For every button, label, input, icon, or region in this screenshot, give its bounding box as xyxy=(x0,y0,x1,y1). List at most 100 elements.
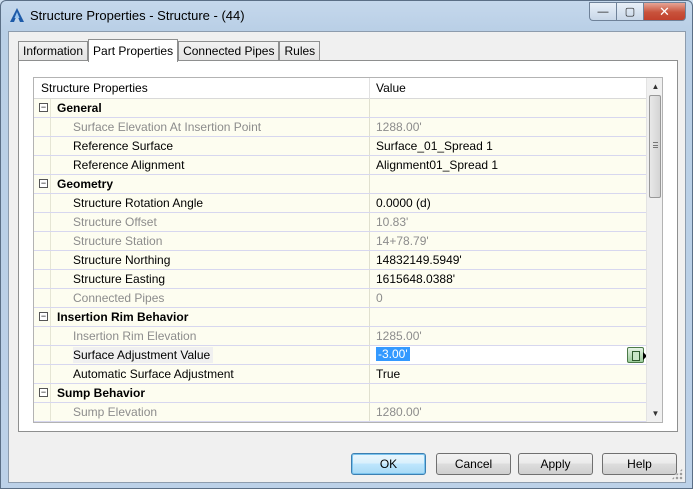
property-value: 14+78.79' xyxy=(369,232,646,250)
minimize-icon: — xyxy=(597,5,609,18)
window-title: Structure Properties - Structure - (44) xyxy=(30,8,245,23)
column-divider[interactable] xyxy=(369,78,370,99)
pick-from-drawing-icon[interactable] xyxy=(627,347,644,363)
category-row-geometry[interactable]: − Geometry xyxy=(34,175,646,194)
category-label: Sump Behavior xyxy=(50,384,369,402)
property-label: Structure Rotation Angle xyxy=(50,194,369,212)
category-value-cell xyxy=(369,175,646,193)
minimize-button[interactable]: — xyxy=(589,2,616,21)
close-button[interactable]: ✕ xyxy=(643,2,686,21)
tab-strip: Information Part Properties Connected Pi… xyxy=(18,39,321,62)
row-gutter: − xyxy=(34,308,50,326)
scrollbar-thumb[interactable] xyxy=(649,95,661,198)
dialog-client-area: Information Part Properties Connected Pi… xyxy=(8,31,686,483)
row-gutter xyxy=(34,270,50,288)
property-row[interactable]: Structure Station 14+78.79' xyxy=(34,232,646,251)
part-properties-panel: Structure Properties Value − General Sur… xyxy=(18,60,678,432)
row-gutter xyxy=(34,365,50,383)
property-value[interactable]: Surface_01_Spread 1 xyxy=(369,137,646,155)
category-row-general[interactable]: − General xyxy=(34,99,646,118)
collapse-icon[interactable]: − xyxy=(39,103,48,112)
row-gutter xyxy=(34,156,50,174)
property-label: Sump Elevation xyxy=(50,403,369,421)
property-value[interactable]: 1615648.0388' xyxy=(369,270,646,288)
property-value: 0 xyxy=(369,289,646,307)
tab-information[interactable]: Information xyxy=(18,41,89,61)
grid-rows: − General Surface Elevation At Insertion… xyxy=(34,99,647,422)
autocad-app-icon xyxy=(10,8,24,22)
grip-icon xyxy=(653,142,658,148)
tab-rules[interactable]: Rules xyxy=(279,41,321,61)
property-label: Structure Station xyxy=(50,232,369,250)
property-row[interactable]: Automatic Surface Adjustment True xyxy=(34,365,646,384)
property-value[interactable]: True xyxy=(369,365,646,383)
column-header-value[interactable]: Value xyxy=(376,81,406,95)
property-grid: Structure Properties Value − General Sur… xyxy=(33,77,663,423)
property-label: Structure Easting xyxy=(50,270,369,288)
property-label: Reference Alignment xyxy=(50,156,369,174)
collapse-icon[interactable]: − xyxy=(39,312,48,321)
property-value: 1288.00' xyxy=(369,118,646,136)
property-row[interactable]: Structure Offset 10.83' xyxy=(34,213,646,232)
property-row[interactable]: Reference Alignment Alignment01_Spread 1 xyxy=(34,156,646,175)
value-edit-text[interactable]: -3.00' xyxy=(376,347,410,361)
tab-part-properties[interactable]: Part Properties xyxy=(88,39,179,62)
property-label: Connected Pipes xyxy=(50,289,369,307)
row-gutter: − xyxy=(34,384,50,402)
row-gutter xyxy=(34,194,50,212)
property-label: Surface Adjustment Value xyxy=(73,347,214,363)
column-header-property[interactable]: Structure Properties xyxy=(41,81,148,95)
property-row[interactable]: Insertion Rim Elevation 1285.00' xyxy=(34,327,646,346)
category-value-cell xyxy=(369,308,646,326)
maximize-icon: ▢ xyxy=(624,6,636,18)
property-row[interactable]: Structure Rotation Angle 0.0000 (d) xyxy=(34,194,646,213)
row-gutter xyxy=(34,118,50,136)
collapse-icon[interactable]: − xyxy=(39,179,48,188)
row-gutter xyxy=(34,213,50,231)
category-label: Geometry xyxy=(50,175,369,193)
title-bar[interactable]: Structure Properties - Structure - (44) … xyxy=(1,1,692,31)
scroll-down-icon[interactable]: ▼ xyxy=(647,405,662,422)
property-label: Structure Offset xyxy=(50,213,369,231)
category-row-sump-behavior[interactable]: − Sump Behavior xyxy=(34,384,646,403)
property-value: 10.83' xyxy=(369,213,646,231)
property-row[interactable]: Reference Surface Surface_01_Spread 1 xyxy=(34,137,646,156)
grid-header: Structure Properties Value xyxy=(34,78,646,99)
property-row[interactable]: Structure Easting 1615648.0388' xyxy=(34,270,646,289)
row-gutter xyxy=(34,327,50,345)
apply-button[interactable]: Apply xyxy=(518,453,593,475)
property-row[interactable]: Structure Northing 14832149.5949' xyxy=(34,251,646,270)
collapse-icon[interactable]: − xyxy=(39,388,48,397)
help-button[interactable]: Help xyxy=(602,453,677,475)
row-gutter xyxy=(34,346,50,364)
property-value[interactable]: 14832149.5949' xyxy=(369,251,646,269)
property-value: 1285.00' xyxy=(369,327,646,345)
property-row[interactable]: Surface Elevation At Insertion Point 128… xyxy=(34,118,646,137)
property-label: Structure Northing xyxy=(50,251,369,269)
row-gutter xyxy=(34,232,50,250)
maximize-button[interactable]: ▢ xyxy=(616,2,643,21)
category-value-cell xyxy=(369,99,646,117)
property-value[interactable]: Alignment01_Spread 1 xyxy=(369,156,646,174)
tab-connected-pipes[interactable]: Connected Pipes xyxy=(178,41,280,61)
row-gutter: − xyxy=(34,99,50,117)
category-value-cell xyxy=(369,384,646,402)
property-value[interactable]: 0.0000 (d) xyxy=(369,194,646,212)
cancel-button[interactable]: Cancel xyxy=(436,453,511,475)
close-icon: ✕ xyxy=(659,3,670,19)
property-row-selected[interactable]: Surface Adjustment Value -3.00' xyxy=(34,346,647,365)
category-row-insertion-rim-behavior[interactable]: − Insertion Rim Behavior xyxy=(34,308,646,327)
scroll-up-icon[interactable]: ▲ xyxy=(647,78,662,95)
row-gutter xyxy=(34,251,50,269)
property-row[interactable]: Sump Elevation 1280.00' xyxy=(34,403,646,422)
property-label: Automatic Surface Adjustment xyxy=(50,365,369,383)
vertical-scrollbar[interactable]: ▲ ▼ xyxy=(646,78,662,422)
property-label: Reference Surface xyxy=(50,137,369,155)
dialog-window: Structure Properties - Structure - (44) … xyxy=(0,0,693,489)
property-row[interactable]: Connected Pipes 0 xyxy=(34,289,646,308)
property-label: Surface Elevation At Insertion Point xyxy=(50,118,369,136)
property-value: 1280.00' xyxy=(369,403,646,421)
property-value-editor[interactable]: -3.00' xyxy=(369,346,647,364)
ok-button[interactable]: OK xyxy=(351,453,426,475)
category-label: General xyxy=(50,99,369,117)
